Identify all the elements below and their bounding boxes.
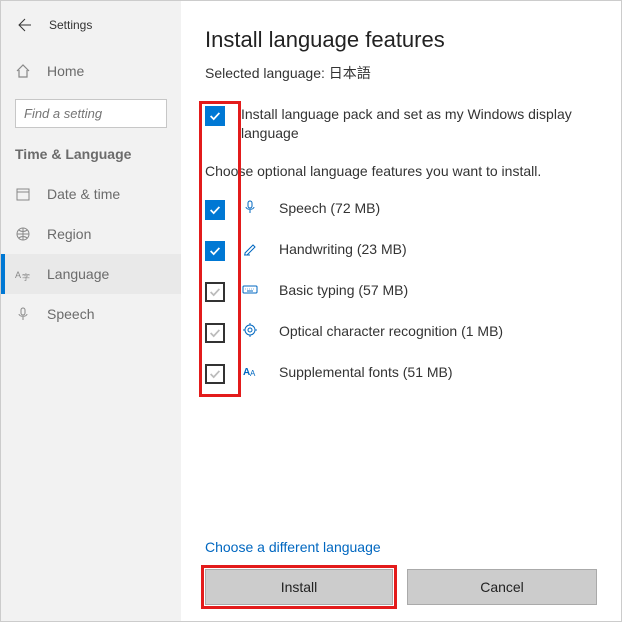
button-row: Install Cancel <box>205 569 597 605</box>
checkbox-ocr[interactable] <box>205 323 225 343</box>
cancel-button[interactable]: Cancel <box>407 569 597 605</box>
svg-text:A: A <box>15 270 21 280</box>
selected-language: Selected language: 日本語 <box>205 63 597 83</box>
feature-label: Handwriting (23 MB) <box>279 240 407 259</box>
calendar-icon <box>15 186 31 202</box>
feature-ocr: Optical character recognition (1 MB) <box>205 322 597 343</box>
language-icon: A字 <box>15 266 31 282</box>
feature-label: Speech (72 MB) <box>279 199 380 218</box>
checkbox-basic-typing[interactable] <box>205 282 225 302</box>
nav-label: Home <box>47 63 84 79</box>
selected-value: 日本語 <box>329 65 371 81</box>
globe-icon <box>15 226 31 242</box>
install-button[interactable]: Install <box>205 569 393 605</box>
page-title: Install language features <box>205 27 597 53</box>
feature-handwriting: Handwriting (23 MB) <box>205 240 597 261</box>
nav-date-time[interactable]: Date & time <box>1 174 181 214</box>
ocr-icon <box>241 322 259 338</box>
microphone-icon <box>241 199 259 215</box>
nav-speech[interactable]: Speech <box>1 294 181 334</box>
svg-text:A: A <box>250 369 256 378</box>
pen-icon <box>241 240 259 256</box>
checkbox-fonts[interactable] <box>205 364 225 384</box>
feature-label: Basic typing (57 MB) <box>279 281 408 300</box>
home-icon <box>15 63 31 79</box>
search-input[interactable] <box>15 99 167 128</box>
nav-language[interactable]: A字 Language <box>1 254 181 294</box>
nav-home[interactable]: Home <box>1 51 181 91</box>
nav-label: Date & time <box>47 186 120 202</box>
settings-title: Settings <box>49 18 92 32</box>
checkbox-display-language[interactable] <box>205 106 225 126</box>
settings-sidebar: Settings Home Time & Language Date & tim… <box>1 1 181 621</box>
sidebar-header: Settings <box>1 11 181 51</box>
keyboard-icon <box>241 281 259 297</box>
feature-speech: Speech (72 MB) <box>205 199 597 220</box>
feature-label: Supplemental fonts (51 MB) <box>279 363 453 382</box>
feature-basic-typing: Basic typing (57 MB) <box>205 281 597 302</box>
svg-text:字: 字 <box>22 272 30 282</box>
nav-label: Language <box>47 266 109 282</box>
microphone-icon <box>15 306 31 322</box>
section-title: Time & Language <box>1 142 181 174</box>
main-panel: Install language features Selected langu… <box>181 1 621 621</box>
checkbox-handwriting[interactable] <box>205 241 225 261</box>
feature-fonts: AA Supplemental fonts (51 MB) <box>205 363 597 384</box>
selected-prefix: Selected language: <box>205 65 329 81</box>
feature-label: Optical character recognition (1 MB) <box>279 322 503 341</box>
nav-label: Speech <box>47 306 94 322</box>
nav-label: Region <box>47 226 91 242</box>
choose-different-link[interactable]: Choose a different language <box>205 539 597 555</box>
font-icon: AA <box>241 363 259 379</box>
nav-region[interactable]: Region <box>1 214 181 254</box>
choose-instruction: Choose optional language features you wa… <box>205 163 597 179</box>
feature-label: Install language pack and set as my Wind… <box>241 105 597 143</box>
checkbox-speech[interactable] <box>205 200 225 220</box>
back-arrow-icon[interactable] <box>15 17 31 33</box>
feature-display-language: Install language pack and set as my Wind… <box>205 105 597 143</box>
